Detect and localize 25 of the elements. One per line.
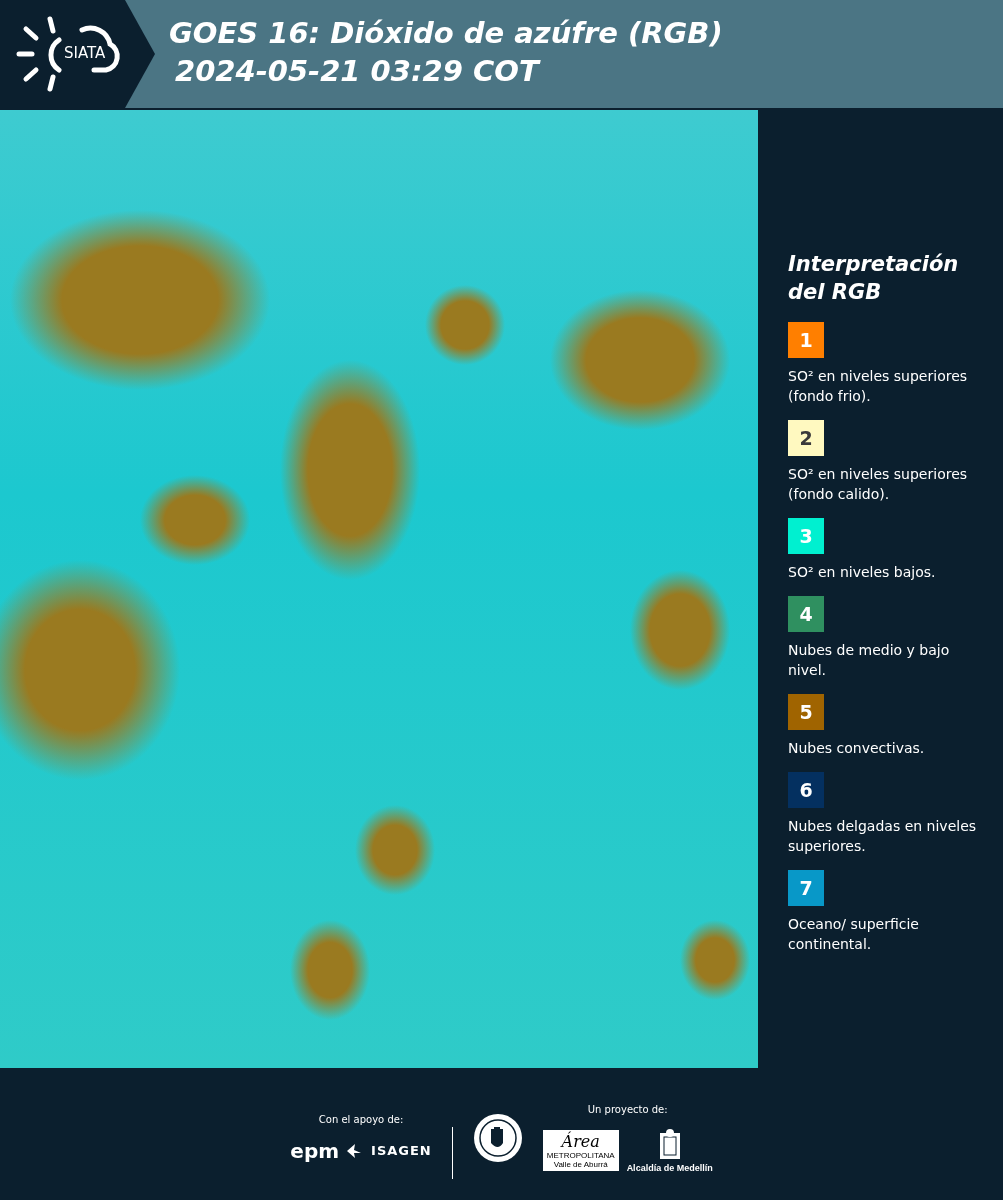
legend-swatch: 2 (788, 420, 824, 456)
legend-text: SO² en niveles superiores (fondo frio). (788, 367, 969, 406)
project-label: Un proyecto de: (587, 1103, 668, 1115)
legend-text: Nubes delgadas en niveles superiores. (788, 817, 978, 856)
epm-logo: epm (290, 1138, 340, 1163)
logo-text: SIATA (64, 44, 106, 62)
legend-swatch: 4 (788, 596, 824, 632)
legend-text: SO² en niveles bajos. (788, 563, 936, 582)
area-metropolitana-logo: Área METROPOLITANA Valle de Aburrá (542, 1130, 619, 1171)
page-title: 2024-05-21 03:29 COT (174, 53, 542, 90)
legend-swatch: 6 (788, 772, 824, 808)
legend-title: del RGB (788, 279, 883, 306)
isagen-logo: ISAGEN (371, 1143, 432, 1158)
legend-swatch: 3 (788, 518, 824, 554)
legend-text: Nubes de medio y bajo nivel. (788, 641, 951, 680)
legend-swatch: 7 (788, 870, 824, 906)
support-label: Con el apoyo de: (318, 1113, 404, 1125)
legend-text: Oceano/ superficie continental. (788, 915, 920, 954)
alcaldia-logo-text: Alcaldía de Medellín (626, 1162, 713, 1173)
legend-swatch: 5 (788, 694, 824, 730)
legend-swatch: 1 (788, 322, 824, 358)
legend-title: Interpretación (788, 251, 960, 278)
legend-text: SO² en niveles superiores (fondo calido). (788, 465, 969, 504)
page-title: GOES 16: Dióxido de azúfre (RGB) (169, 15, 723, 52)
legend-text: Nubes convectivas. (788, 739, 925, 758)
